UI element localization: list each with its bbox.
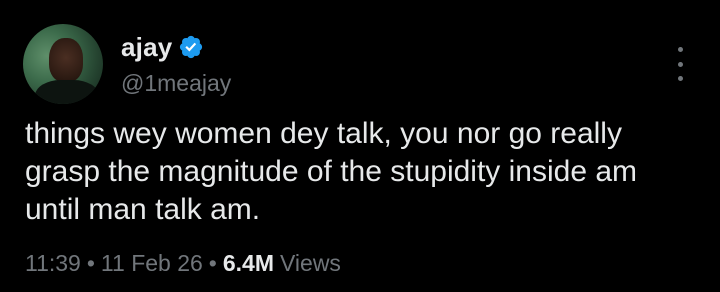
verified-badge-icon [178, 34, 204, 60]
avatar[interactable] [23, 24, 103, 104]
author-handle[interactable]: @1meajay [121, 70, 231, 97]
views-label: Views [280, 250, 341, 276]
meta-separator: • [86, 250, 95, 276]
tweet-text: things wey women dey talk, you nor go re… [25, 117, 646, 226]
tweet-card: ajay @1meajay things wey women dey talk,… [0, 0, 720, 292]
meta-separator: • [208, 250, 217, 276]
avatar-face [49, 38, 83, 82]
more-dot [677, 61, 683, 67]
more-dot [677, 47, 683, 52]
more-options-icon[interactable] [672, 47, 688, 81]
avatar-body [35, 80, 99, 104]
tweet-meta: 11:39 • 11 Feb 26 • 6.4M Views [25, 250, 341, 277]
tweet-date[interactable]: 11 Feb 26 [101, 250, 203, 277]
more-dot [677, 76, 683, 81]
tweet-time[interactable]: 11:39 [25, 250, 81, 277]
author-name-row: ajay [121, 30, 204, 64]
author-display-name[interactable]: ajay [121, 32, 172, 63]
views-count[interactable]: 6.4M [223, 250, 274, 277]
